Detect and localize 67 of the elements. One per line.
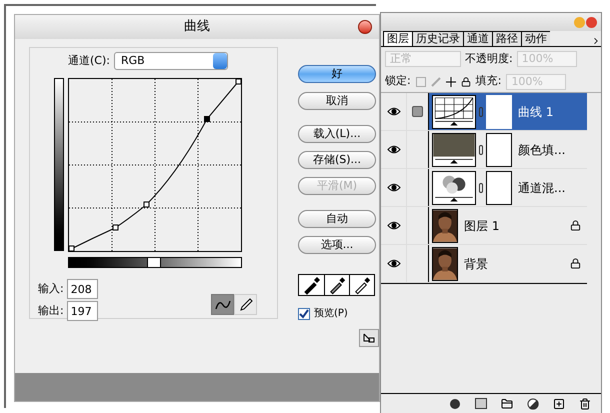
color-fill-thumbnail [432,132,476,166]
ok-button[interactable]: 好 [298,65,376,83]
channel-select[interactable]: RGB [114,52,228,70]
channel-mixer-thumbnail [432,170,476,204]
curve-graph[interactable] [68,78,242,252]
lock-label: 锁定: [385,73,411,90]
move-icon[interactable] [446,76,456,86]
eyedropper-icon[interactable] [349,275,374,295]
pencil-tool-button[interactable] [234,294,257,315]
layer-name: 颜色填... [518,142,566,158]
output-field[interactable]: 197 [66,301,98,321]
trash-icon[interactable] [579,398,591,410]
close-button[interactable] [358,20,372,34]
mask-thumbnail [486,132,512,166]
layer-row[interactable]: 图层 1 [381,207,587,245]
panel-tab[interactable]: 路径 [492,31,521,46]
close-button[interactable] [586,16,597,28]
layer-row[interactable]: 曲线 1 [381,93,587,131]
eyedropper-icon[interactable] [299,275,324,295]
curve-tool-button[interactable] [211,294,234,315]
layer-row[interactable]: 颜色填... [381,131,587,169]
pencil-icon [238,298,252,312]
link-icon [479,182,483,192]
channel-label: 通道(C): [68,52,110,69]
panel-tab[interactable]: 动作 [521,31,550,46]
eye-icon[interactable] [386,259,400,268]
folder-icon[interactable] [501,398,513,410]
curves-thumbnail [432,94,476,128]
layer-row[interactable]: 通道混... [381,169,587,207]
mask-thumbnail [486,94,512,128]
dialog-button[interactable]: 取消 [298,92,376,110]
stepper-icon [212,53,227,69]
window-title: 曲线 [184,18,210,36]
curve-icon [214,298,230,310]
new-layer-icon[interactable] [553,398,565,410]
preview-checkbox[interactable] [298,308,310,320]
layer-name: 曲线 1 [518,104,554,120]
link-icon [479,144,483,154]
eyedropper-icon[interactable] [324,275,349,295]
eye-icon[interactable] [386,221,400,230]
adjustment-layer-icon[interactable] [527,398,539,410]
eye-icon[interactable] [386,183,400,192]
layer-name: 通道混... [518,180,566,196]
layer-name: 背景 [464,256,488,272]
eye-icon[interactable] [386,145,400,154]
panel-tab[interactable]: 历史记录 [412,31,463,46]
opacity-label: 不透明度: [465,50,513,67]
link-icon [479,106,483,116]
layer-name: 图层 1 [464,218,500,234]
panel-tab[interactable]: 通道 [463,31,492,46]
preview-label: 预览(P) [314,307,348,321]
output-label: 输出: [38,302,64,319]
dialog-button[interactable]: 选项... [298,236,376,254]
dialog-button[interactable]: 自动 [298,210,376,228]
lock-icon[interactable] [460,76,471,86]
fill-label: 填充: [476,73,502,90]
input-label: 输入: [38,280,64,297]
mask-thumbnail [486,170,512,204]
layer-row[interactable]: 背景 [381,245,587,283]
eye-icon[interactable] [386,107,400,116]
input-field[interactable]: 208 [66,279,98,299]
resize-icon[interactable] [359,329,379,347]
panel-tab[interactable]: 图层 [383,31,412,46]
adjustment-icon [412,106,423,117]
mask-icon[interactable] [475,398,487,409]
dialog-button[interactable]: 载入(L)... [298,125,376,143]
dialog-button[interactable]: 存储(S)... [298,151,376,169]
